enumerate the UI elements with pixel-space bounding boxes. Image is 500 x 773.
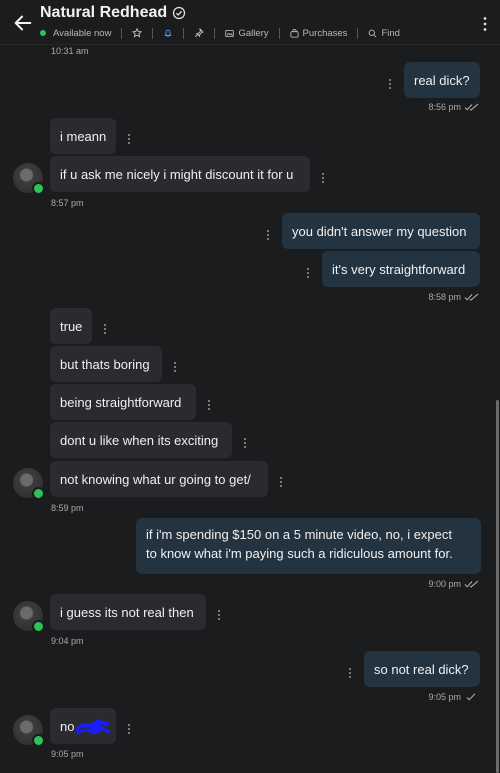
message-text: no bbox=[60, 718, 75, 734]
avatar[interactable] bbox=[13, 601, 45, 633]
purchases-icon bbox=[290, 28, 299, 38]
gallery-label: Gallery bbox=[238, 27, 269, 39]
divider bbox=[152, 27, 154, 39]
header-divider bbox=[0, 44, 500, 45]
scrollbar[interactable] bbox=[496, 400, 499, 773]
avatar[interactable] bbox=[13, 163, 45, 195]
avatar[interactable] bbox=[13, 468, 45, 500]
incoming-message: dont u like when its exciting bbox=[50, 422, 232, 458]
more-options-icon[interactable] bbox=[482, 16, 488, 32]
availability-status: Available now bbox=[53, 27, 112, 39]
incoming-message: i meann bbox=[50, 118, 116, 154]
online-indicator bbox=[32, 620, 45, 633]
message-options-icon[interactable] bbox=[307, 268, 310, 279]
contact-name[interactable]: Natural Redhead bbox=[40, 4, 167, 22]
bell-icon[interactable] bbox=[163, 28, 173, 38]
message-text: if u ask me nicely i might discount it f… bbox=[60, 166, 294, 182]
message-options-icon[interactable] bbox=[208, 400, 211, 411]
online-indicator bbox=[32, 182, 45, 195]
message-text: dont u like when its exciting bbox=[60, 432, 219, 448]
pin-icon[interactable] bbox=[194, 28, 205, 38]
message-timestamp: 9:00 pm bbox=[400, 579, 480, 589]
incoming-message: being straightforward bbox=[50, 384, 196, 420]
message-options-icon[interactable] bbox=[389, 79, 392, 90]
divider bbox=[278, 27, 280, 39]
message-text: i meann bbox=[60, 128, 107, 144]
online-indicator bbox=[32, 487, 45, 500]
purchases-label: Purchases bbox=[302, 27, 348, 39]
avatar[interactable] bbox=[13, 715, 45, 747]
message-timestamp: 8:59 pm bbox=[51, 503, 84, 513]
gallery-icon bbox=[225, 29, 235, 37]
purchases-menu-item[interactable]: Purchases bbox=[290, 27, 348, 39]
divider bbox=[183, 27, 185, 39]
online-status-dot bbox=[40, 30, 46, 36]
message-options-icon[interactable] bbox=[322, 173, 325, 184]
timestamp-text: 8:56 pm bbox=[428, 102, 461, 112]
message-text: if i'm spending $150 on a 5 minute video… bbox=[146, 525, 453, 563]
online-indicator bbox=[32, 734, 45, 747]
incoming-message: true bbox=[50, 308, 92, 344]
message-text: true bbox=[60, 318, 83, 334]
message-text: but thats boring bbox=[60, 356, 150, 372]
message-text: i guess its not real then bbox=[60, 604, 194, 620]
message-options-icon[interactable] bbox=[128, 724, 131, 735]
back-arrow-icon[interactable] bbox=[12, 12, 34, 34]
message-options-icon[interactable] bbox=[128, 134, 131, 145]
timestamp-text: 9:05 pm bbox=[428, 692, 461, 702]
message-timestamp: 8:56 pm bbox=[400, 102, 480, 112]
message-options-icon[interactable] bbox=[174, 362, 177, 373]
timestamp-text: 9:00 pm bbox=[428, 579, 461, 589]
incoming-message: but thats boring bbox=[50, 346, 162, 382]
message-text: real dick? bbox=[414, 72, 470, 88]
message-timestamp: 9:04 pm bbox=[51, 636, 84, 646]
message-timestamp: 8:58 pm bbox=[400, 292, 480, 302]
message-options-icon[interactable] bbox=[349, 668, 352, 679]
read-receipt-icon bbox=[464, 580, 479, 588]
divider bbox=[214, 27, 216, 39]
read-receipt-icon bbox=[464, 103, 479, 111]
find-menu-item[interactable]: Find bbox=[368, 27, 400, 39]
message-timestamp: 10:31 am bbox=[51, 46, 89, 56]
search-icon bbox=[369, 29, 377, 37]
message-options-icon[interactable] bbox=[244, 438, 247, 449]
outgoing-message: if i'm spending $150 on a 5 minute video… bbox=[136, 518, 481, 574]
outgoing-message: you didn't answer my question bbox=[282, 213, 480, 249]
message-options-icon[interactable] bbox=[104, 324, 107, 335]
chat-header: Natural Redhead Available now Gallery Pu… bbox=[0, 0, 500, 44]
verified-icon bbox=[173, 6, 186, 20]
message-options-icon[interactable] bbox=[218, 610, 221, 621]
sent-check-icon bbox=[466, 693, 476, 701]
message-options-icon[interactable] bbox=[280, 477, 283, 488]
incoming-message: if u ask me nicely i might discount it f… bbox=[50, 156, 310, 192]
outgoing-message: real dick? bbox=[404, 62, 480, 98]
gallery-menu-item[interactable]: Gallery bbox=[225, 27, 269, 39]
star-icon[interactable] bbox=[132, 28, 143, 38]
redaction-scribble bbox=[75, 719, 111, 735]
divider bbox=[357, 27, 359, 39]
incoming-message: not knowing what ur going to get/ bbox=[50, 461, 268, 497]
message-options-icon[interactable] bbox=[267, 230, 270, 241]
chat-subbar: Available now Gallery Purchases Find bbox=[40, 26, 400, 40]
message-timestamp: 8:57 pm bbox=[51, 198, 84, 208]
message-timestamp: 9:05 pm bbox=[51, 749, 84, 759]
outgoing-message: it's very straightforward bbox=[322, 251, 480, 287]
timestamp-text: 8:58 pm bbox=[428, 292, 461, 302]
message-text: not knowing what ur going to get/ bbox=[60, 471, 251, 487]
message-text: being straightforward bbox=[60, 394, 182, 410]
message-text: you didn't answer my question bbox=[292, 223, 467, 239]
chat-title[interactable]: Natural Redhead bbox=[40, 4, 186, 22]
message-text: so not real dick? bbox=[374, 661, 469, 677]
find-label: Find bbox=[381, 27, 400, 39]
message-line: to know what i'm paying such a ridiculou… bbox=[146, 546, 453, 561]
message-text: it's very straightforward bbox=[332, 261, 466, 277]
read-receipt-icon bbox=[464, 293, 479, 301]
incoming-message: i guess its not real then bbox=[50, 594, 206, 630]
outgoing-message: so not real dick? bbox=[364, 651, 480, 687]
message-timestamp: 9:05 pm bbox=[400, 692, 480, 702]
message-line: if i'm spending $150 on a 5 minute video… bbox=[146, 527, 453, 542]
divider bbox=[121, 27, 123, 39]
